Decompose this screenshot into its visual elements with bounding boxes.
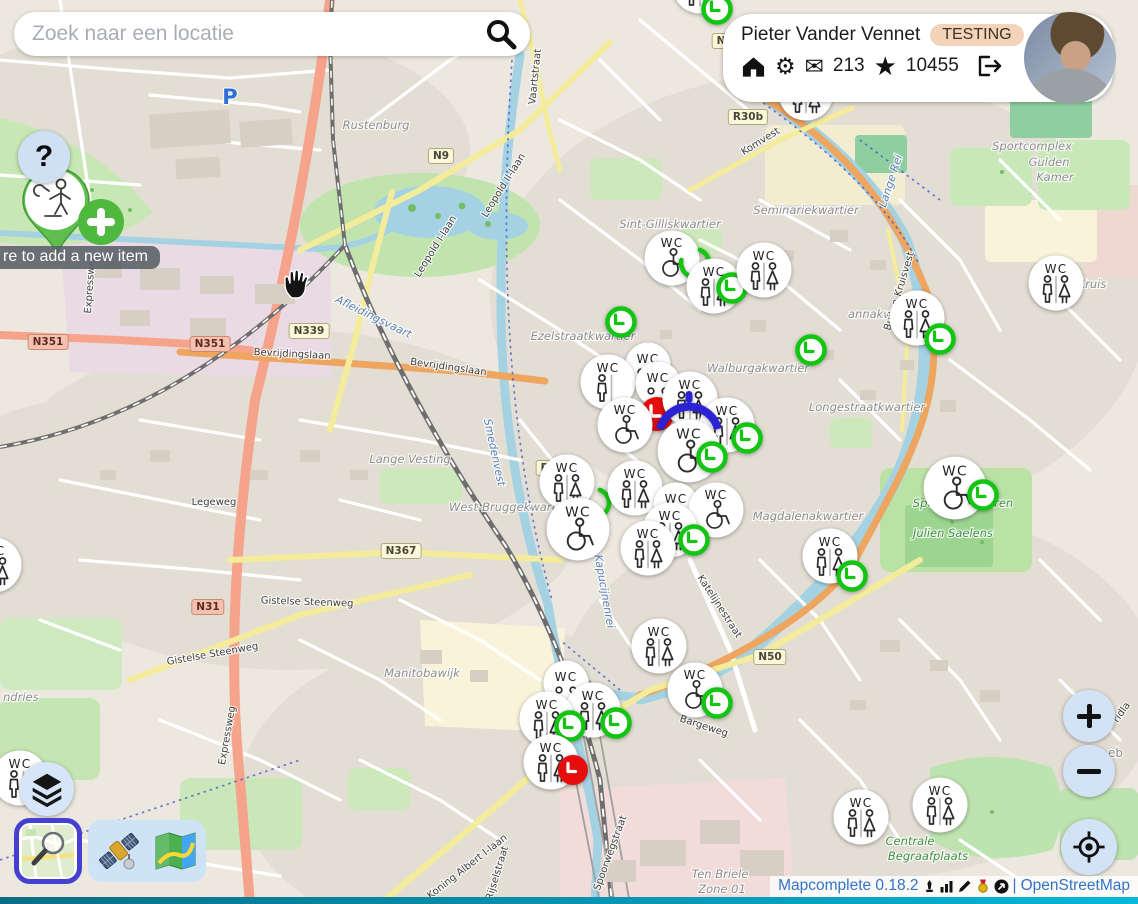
opening-hours-open-badge[interactable] [605,306,637,338]
svg-text:WC: WC [0,544,5,558]
opening-hours-open-badge[interactable] [731,422,763,454]
help-question-label: ? [35,140,53,174]
toilet-marker[interactable]: WC [736,242,792,298]
logout-icon[interactable] [976,54,1003,78]
opening-hours-open-badge[interactable] [678,524,710,556]
bottom-accent-bar [0,897,1138,904]
stacked-layers-icon [26,768,68,810]
opening-hours-open-badge[interactable] [701,687,733,719]
svg-text:WC: WC [819,535,842,549]
background-layer-chooser [14,818,206,884]
bar-chart-icon[interactable] [940,879,954,893]
mapcomplete-app: Brugge-Sint-PietersRustenburgSint-Gillis… [0,0,1138,904]
svg-text:WC: WC [705,488,728,502]
mapcomplete-version-link[interactable]: Mapcomplete 0.18.2 [778,877,918,895]
svg-text:WC: WC [582,689,605,703]
svg-text:WC: WC [753,249,776,263]
openstreetmap-link[interactable]: OpenStreetMap [1021,877,1130,895]
user-name[interactable]: Pieter Vander Vennet [741,24,920,46]
toilet-marker[interactable]: WC [620,520,676,576]
testing-badge: TESTING [930,24,1023,46]
svg-text:WC: WC [929,784,952,798]
svg-text:WC: WC [648,625,671,639]
svg-text:WC: WC [1045,262,1068,276]
wheelchair-toilet-marker[interactable]: WC [546,497,610,561]
opening-hours-open-badge[interactable] [701,0,733,25]
changesets-count: 10455 [906,55,959,77]
svg-text:WC: WC [906,297,929,311]
background-osm-selected-button[interactable] [14,818,82,884]
svg-text:WC: WC [684,668,707,682]
marker-layer: WC WC WC WC WC WC WC W [0,0,1138,904]
opening-hours-open-badge[interactable] [836,560,868,592]
search-icon[interactable] [484,17,518,51]
statue-icon[interactable] [923,879,936,893]
geolocate-button[interactable] [1061,819,1117,875]
svg-text:WC: WC [614,403,637,417]
background-map-button[interactable] [149,825,201,877]
zoom-in-button[interactable] [1063,690,1115,742]
search-bar [14,12,530,56]
selected-marker-arc[interactable] [653,391,725,433]
crosshair-icon [1066,824,1112,870]
add-item-tooltip: re to add a new item [0,246,160,269]
background-satellite-button[interactable] [93,825,145,877]
help-button[interactable]: ? [18,131,70,183]
attribution-separator: | [1013,877,1017,895]
opening-hours-open-badge[interactable] [924,323,956,355]
svg-text:WC: WC [637,527,660,541]
minus-icon [1077,769,1101,774]
toilet-marker[interactable]: WC [833,789,889,845]
pencil-icon[interactable] [958,879,972,893]
svg-text:WC: WC [850,796,873,810]
search-input[interactable] [30,21,484,47]
toilet-marker[interactable]: WC [912,777,968,833]
svg-text:WC: WC [540,741,563,755]
plus-icon [1077,714,1101,719]
svg-text:WC: WC [624,467,647,481]
svg-text:WC: WC [597,361,620,375]
user-panel: Pieter Vander Vennet TESTING ⚙ ✉ 213 ★ 1… [723,14,1113,102]
zoom-out-button[interactable] [1063,745,1115,797]
messages-count: 213 [833,55,865,77]
layers-button[interactable] [20,762,74,816]
home-icon[interactable] [741,54,766,78]
opening-hours-open-badge[interactable] [795,334,827,366]
changesets-star-icon[interactable]: ★ [874,53,897,79]
avatar[interactable] [1024,12,1116,104]
grab-hand-icon [280,266,316,307]
toilet-marker[interactable]: WC [0,537,22,593]
opening-hours-open-badge[interactable] [600,707,632,739]
opening-hours-closed-badge[interactable] [557,754,589,786]
opening-hours-open-badge[interactable] [696,441,728,473]
opening-hours-open-badge[interactable] [967,479,999,511]
toilet-marker[interactable]: WC [1028,255,1084,311]
svg-text:WC: WC [679,378,702,392]
folded-map-icon [149,825,201,877]
settings-gear-icon[interactable]: ⚙ [775,55,796,78]
wheelchair-toilet-marker[interactable]: WC [597,397,653,453]
messages-envelope-icon[interactable]: ✉ [805,55,824,78]
attribution-bar: Mapcomplete 0.18.2 | OpenStreetMap [770,876,1138,897]
circle-arrow-icon[interactable] [994,879,1009,894]
svg-text:WC: WC [556,461,579,475]
medal-icon[interactable] [976,879,990,893]
